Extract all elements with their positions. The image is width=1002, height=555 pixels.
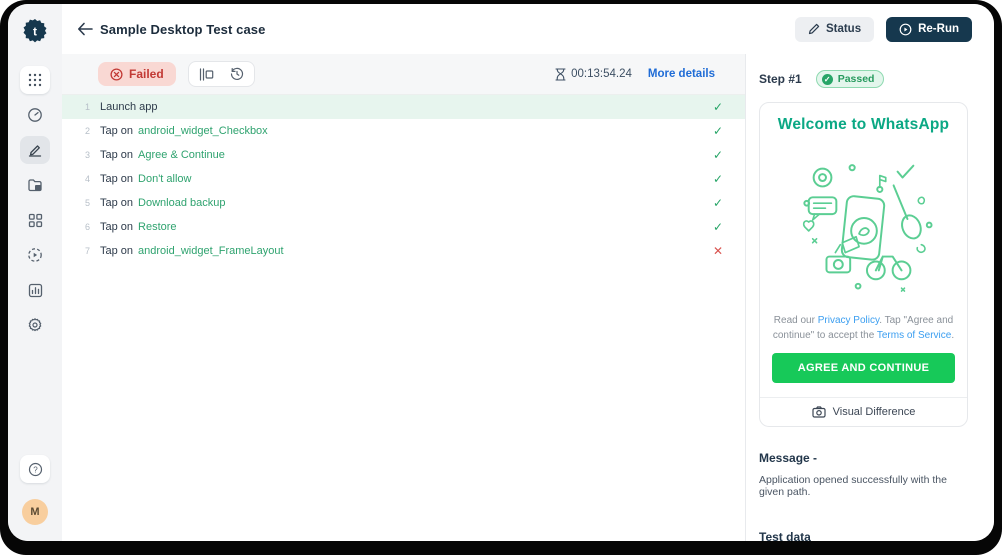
run-play-icon <box>27 247 43 263</box>
split-view-icon <box>199 68 214 81</box>
step-number: 3 <box>62 150 100 160</box>
view-toggle-group <box>188 61 255 87</box>
sidebar-item-settings[interactable] <box>20 311 50 339</box>
step-action-label: Tap on <box>100 221 133 233</box>
step-screenshot-card: Welcome to WhatsApp <box>759 102 968 427</box>
step-number: 1 <box>62 102 100 112</box>
sidebar-item-reports[interactable] <box>20 276 50 304</box>
back-button[interactable] <box>74 18 96 40</box>
step-action-label: Tap on <box>100 245 133 257</box>
step-passed-check-icon: ✓ <box>713 221 723 233</box>
sidebar-item-projects[interactable] <box>20 171 50 199</box>
device-screenshot: Welcome to WhatsApp <box>760 103 967 397</box>
failed-x-circle-icon <box>110 68 123 81</box>
sidebar-item-modules[interactable] <box>20 206 50 234</box>
user-avatar[interactable]: M <box>22 499 48 525</box>
sidebar-item-dashboard[interactable] <box>20 101 50 129</box>
step-action-label: Tap on <box>100 197 133 209</box>
camera-icon <box>812 406 826 418</box>
step-number: 4 <box>62 174 100 184</box>
step-action-label: Tap on <box>100 149 133 161</box>
split-view-button[interactable] <box>199 68 214 81</box>
step-number: 5 <box>62 198 100 208</box>
whatsapp-doodle-image <box>785 142 943 300</box>
step-action-label: Launch app <box>100 101 158 113</box>
step-row[interactable]: 2Tap on android_widget_Checkbox ✓ <box>62 119 745 143</box>
sidebar-item-editor[interactable] <box>20 136 50 164</box>
steps-panel: Failed <box>62 54 745 541</box>
step-row[interactable]: 1Launch app ✓ <box>62 95 745 119</box>
pencil-icon <box>808 23 820 35</box>
more-details-link[interactable]: More details <box>648 68 715 80</box>
passed-check-icon: ✓ <box>822 74 833 85</box>
step-passed-check-icon: ✓ <box>713 149 723 161</box>
sidebar-item-help[interactable]: ? <box>20 455 50 483</box>
apps-grid-icon <box>28 73 42 87</box>
step-failed-x-icon: ✕ <box>713 245 723 257</box>
svg-text:t: t <box>33 25 37 39</box>
hourglass-icon <box>555 68 566 81</box>
sidebar-item-test-runs[interactable] <box>20 241 50 269</box>
step-passed-check-icon: ✓ <box>713 101 723 113</box>
help-icon: ? <box>28 462 43 477</box>
svg-text:?: ? <box>33 465 38 474</box>
sidebar-item-apps[interactable] <box>20 66 50 94</box>
folder-icon <box>27 177 43 193</box>
settings-gear-icon <box>27 317 43 333</box>
testgrid-logo-icon: t <box>22 18 48 44</box>
step-row[interactable]: 5Tap on Download backup ✓ <box>62 191 745 215</box>
step-row[interactable]: 7Tap on android_widget_FrameLayout ✕ <box>62 239 745 263</box>
reports-chart-icon <box>28 283 43 298</box>
elapsed-timer: 00:13:54.24 <box>555 68 632 81</box>
step-number: 6 <box>62 222 100 232</box>
modules-grid-icon <box>28 213 43 228</box>
failed-status-badge[interactable]: Failed <box>98 62 176 86</box>
step-action-label: Tap on <box>100 125 133 137</box>
whatsapp-welcome-title: Welcome to WhatsApp <box>772 116 955 134</box>
step-target-link[interactable]: Agree & Continue <box>138 149 225 161</box>
status-button[interactable]: Status <box>795 17 874 42</box>
terms-of-service-link[interactable]: Terms of Service <box>877 330 951 341</box>
rerun-button[interactable]: Re-Run <box>886 17 972 42</box>
edit-pencil-icon <box>27 142 43 158</box>
sidebar: t <box>8 4 62 541</box>
visual-difference-button[interactable]: Visual Difference <box>760 397 967 426</box>
step-detail-panel: Step #1 ✓ Passed Welcome to WhatsApp <box>745 54 994 541</box>
top-bar: Sample Desktop Test case Status Re-Ru <box>62 4 994 54</box>
privacy-text: Read our Privacy Policy. Tap "Agree and … <box>772 314 955 343</box>
step-target-link[interactable]: Restore <box>138 221 177 233</box>
steps-toolbar: Failed <box>62 54 745 94</box>
step-target-link[interactable]: Download backup <box>138 197 225 209</box>
message-body: Application opened successfully with the… <box>759 474 968 498</box>
step-target-link[interactable]: android_widget_FrameLayout <box>138 245 284 257</box>
step-row[interactable]: 6Tap on Restore ✓ <box>62 215 745 239</box>
step-target-link[interactable]: android_widget_Checkbox <box>138 125 268 137</box>
step-detail-title: Step #1 <box>759 72 802 86</box>
rerun-play-icon <box>899 23 912 36</box>
timer-value: 00:13:54.24 <box>571 68 632 80</box>
page-title: Sample Desktop Test case <box>100 22 265 37</box>
history-button[interactable] <box>230 67 244 81</box>
passed-badge: ✓ Passed <box>816 70 885 88</box>
history-icon <box>230 67 244 81</box>
step-number: 2 <box>62 126 100 136</box>
privacy-policy-link[interactable]: Privacy Policy <box>818 315 880 326</box>
step-action-label: Tap on <box>100 173 133 185</box>
test-data-title: Test data <box>759 530 968 541</box>
device-frame: t <box>0 0 1002 555</box>
message-title: Message - <box>759 451 968 465</box>
step-passed-check-icon: ✓ <box>713 173 723 185</box>
step-target-link[interactable]: Don't allow <box>138 173 191 185</box>
step-number: 7 <box>62 246 100 256</box>
step-row[interactable]: 4Tap on Don't allow ✓ <box>62 167 745 191</box>
speedometer-icon <box>27 107 43 123</box>
app-window: t <box>8 4 994 541</box>
back-arrow-icon <box>77 22 93 36</box>
step-passed-check-icon: ✓ <box>713 125 723 137</box>
steps-list: 1Launch app✓2Tap onandroid_widget_Checkb… <box>62 94 745 541</box>
step-row[interactable]: 3Tap on Agree & Continue ✓ <box>62 143 745 167</box>
agree-and-continue-button[interactable]: AGREE AND CONTINUE <box>772 353 955 383</box>
step-passed-check-icon: ✓ <box>713 197 723 209</box>
